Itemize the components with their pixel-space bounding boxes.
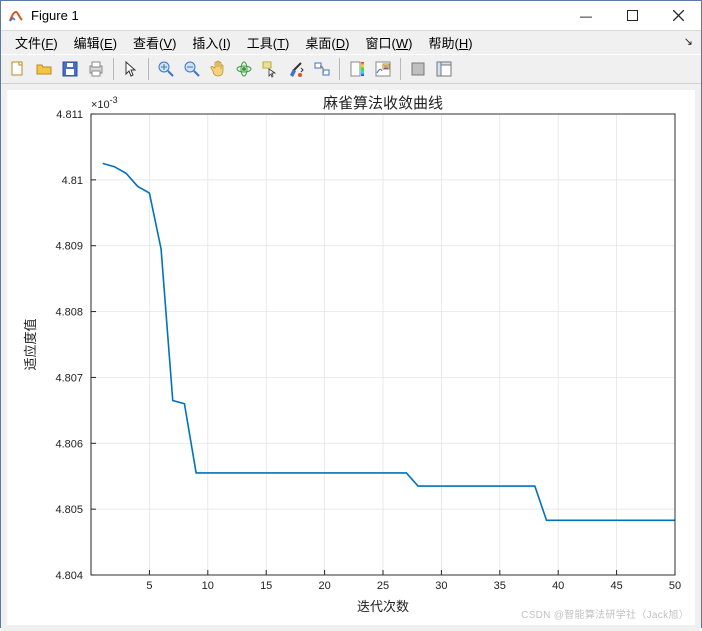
x-tick-label: 30: [435, 580, 447, 592]
menu-edit[interactable]: 编辑(E): [66, 31, 125, 54]
menu-desktop[interactable]: 桌面(D): [297, 31, 357, 54]
data-cursor-icon[interactable]: [258, 57, 282, 81]
link-plot-icon[interactable]: [310, 57, 334, 81]
open-folder-icon[interactable]: [32, 57, 56, 81]
toolbar-separator: [339, 58, 340, 80]
maximize-button[interactable]: [609, 1, 655, 31]
window-title: Figure 1: [31, 8, 563, 23]
matlab-figure-icon: [7, 7, 25, 25]
x-tick-label: 50: [669, 580, 681, 592]
menu-tools[interactable]: 工具(T): [239, 31, 298, 54]
x-tick-label: 10: [202, 580, 214, 592]
menu-help[interactable]: 帮助(H): [420, 31, 480, 54]
x-tick-label: 15: [260, 580, 272, 592]
menu-file[interactable]: 文件(F): [7, 31, 66, 54]
menu-view[interactable]: 查看(V): [125, 31, 184, 54]
zoom-in-icon[interactable]: [154, 57, 178, 81]
hide-plot-tools-icon[interactable]: [406, 57, 430, 81]
chart-svg: 5 10 15 20 25 30 35 40 45 50 4.804 4.805 4.806 4.807 4…: [7, 90, 695, 625]
x-tick-label: 20: [318, 580, 330, 592]
toolbar-separator: [148, 58, 149, 80]
colorbar-icon[interactable]: [345, 57, 369, 81]
y-tick-label: 4.811: [56, 109, 83, 121]
toolbar-separator: [400, 58, 401, 80]
y-tick-label: 4.805: [55, 504, 83, 516]
y-tick-label: 4.808: [55, 307, 83, 319]
x-tick-label: 45: [610, 580, 622, 592]
overflow-icon[interactable]: ↘: [684, 35, 693, 48]
brush-icon[interactable]: [284, 57, 308, 81]
y-axis-label: 适应度值: [23, 318, 38, 370]
x-tick-label: 5: [146, 580, 152, 592]
x-tick-label: 25: [377, 580, 389, 592]
y-tick-label: 4.806: [55, 438, 83, 450]
legend-icon[interactable]: [371, 57, 395, 81]
figure-window: Figure 1 — 文件(F) 编辑(E) 查看(V) 插入(I) 工具(T)…: [0, 0, 702, 628]
menu-window[interactable]: 窗口(W): [357, 31, 420, 54]
zoom-out-icon[interactable]: [180, 57, 204, 81]
close-button[interactable]: [655, 1, 701, 31]
chart-title: 麻雀算法收敛曲线: [323, 94, 443, 112]
watermark-text: CSDN @智能算法研学社（Jack旭）: [521, 606, 689, 621]
minimize-button[interactable]: —: [563, 1, 609, 31]
pan-hand-icon[interactable]: [206, 57, 230, 81]
new-figure-icon[interactable]: [6, 57, 30, 81]
toolbar-separator: [113, 58, 114, 80]
rotate-3d-icon[interactable]: [232, 57, 256, 81]
menu-bar: 文件(F) 编辑(E) 查看(V) 插入(I) 工具(T) 桌面(D) 窗口(W…: [1, 31, 701, 54]
x-axis-label: 迭代次数: [357, 599, 409, 614]
x-tick-label: 40: [552, 580, 564, 592]
y-tick-label: 4.807: [55, 372, 83, 384]
title-bar: Figure 1 —: [1, 1, 701, 31]
pointer-icon[interactable]: [119, 57, 143, 81]
figure-body: 5 10 15 20 25 30 35 40 45 50 4.804 4.805 4.806 4.807 4…: [1, 84, 701, 631]
axes-canvas: 5 10 15 20 25 30 35 40 45 50 4.804 4.805 4.806 4.807 4…: [7, 90, 695, 625]
x-tick-label: 35: [494, 580, 506, 592]
menu-insert[interactable]: 插入(I): [184, 31, 238, 54]
save-icon[interactable]: [58, 57, 82, 81]
print-icon[interactable]: [84, 57, 108, 81]
y-tick-label: 4.804: [55, 570, 83, 582]
show-plot-tools-icon[interactable]: [432, 57, 456, 81]
toolbar: [1, 54, 701, 84]
y-exponent-label: ×10-3: [91, 95, 118, 111]
y-tick-label: 4.809: [55, 241, 83, 253]
y-tick-label: 4.81: [62, 175, 83, 187]
